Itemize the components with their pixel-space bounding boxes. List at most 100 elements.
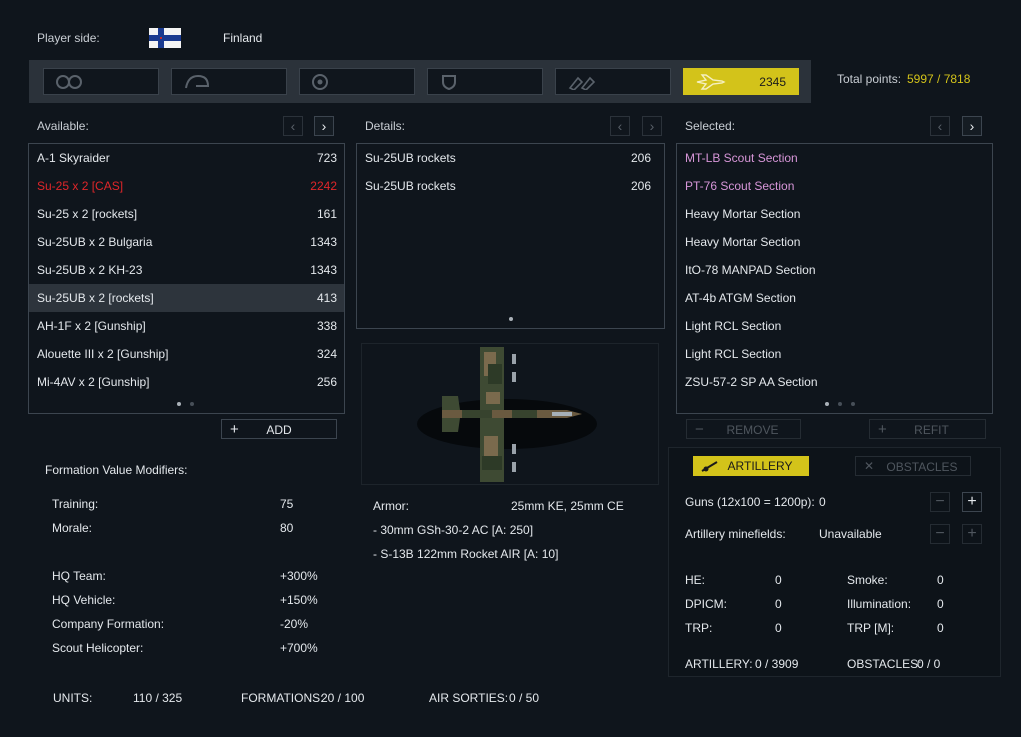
list-item[interactable]: Mi-4AV x 2 [Gunship] 256: [29, 368, 344, 396]
list-item[interactable]: AT-4b ATGM Section: [677, 284, 992, 312]
modifier-label: HQ Team:: [52, 569, 106, 583]
trp-m-label: TRP [M]:: [847, 621, 895, 635]
category-infantry-tab[interactable]: [171, 68, 287, 95]
unit-preview: [361, 343, 659, 485]
ammo-icon: [568, 76, 596, 90]
modifier-value: 80: [280, 521, 294, 535]
air-points-value: 2345: [759, 75, 786, 89]
modifier-value: +700%: [280, 641, 318, 655]
selected-next-button[interactable]: ›: [962, 116, 982, 136]
finland-flag-icon: [149, 28, 181, 48]
category-support-tab[interactable]: [299, 68, 415, 95]
modifier-label: Company Formation:: [52, 617, 165, 631]
artillery-total-label: ARTILLERY:: [685, 657, 753, 671]
air-sorties-label: AIR SORTIES:: [429, 691, 509, 705]
list-item[interactable]: MT-LB Scout Section: [677, 144, 992, 172]
modifier-label: HQ Vehicle:: [52, 593, 116, 607]
list-item[interactable]: PT-76 Scout Section: [677, 172, 992, 200]
guns-increase-button[interactable]: +: [962, 492, 982, 512]
obstacles-total-value: 0 / 0: [917, 657, 941, 671]
player-country: Finland: [223, 31, 263, 45]
artillery-total-value: 0 / 3909: [755, 657, 799, 671]
guns-label: Guns (12x100 = 1200p):: [685, 495, 815, 509]
list-item: Su-25UB rockets 206: [365, 179, 651, 193]
list-item[interactable]: ItO-78 MANPAD Section: [677, 256, 992, 284]
modifier-label: Scout Helicopter:: [52, 641, 144, 655]
add-button[interactable]: + ADD: [221, 419, 337, 439]
modifier-value: +300%: [280, 569, 318, 583]
list-item[interactable]: ZSU-57-2 SP AA Section: [677, 368, 992, 396]
modifier-label: Morale:: [52, 521, 93, 535]
category-air-tab[interactable]: 2345: [683, 68, 799, 95]
trp-value: 0: [775, 621, 782, 635]
shield-icon: [442, 75, 456, 90]
he-label: HE:: [685, 573, 706, 587]
dpicm-value: 0: [775, 597, 782, 611]
tools-icon: ✕: [864, 459, 875, 473]
page-dots: [177, 402, 194, 406]
details-prev-button[interactable]: ‹: [610, 116, 630, 136]
modifier-value: +150%: [280, 593, 318, 607]
list-item[interactable]: Heavy Mortar Section: [677, 200, 992, 228]
category-defense-tab[interactable]: [427, 68, 543, 95]
selected-label: Selected:: [685, 119, 736, 133]
total-points-label: Total points:: [837, 72, 902, 86]
illumination-value: 0: [937, 597, 944, 611]
minefields-label: Artillery minefields:: [685, 527, 786, 541]
available-prev-button[interactable]: ‹: [283, 116, 303, 136]
available-label: Available:: [37, 119, 89, 133]
formations-label: FORMATIONS:: [241, 691, 324, 705]
list-item[interactable]: AH-1F x 2 [Gunship] 338: [29, 312, 344, 340]
available-next-button[interactable]: ›: [314, 116, 334, 136]
total-points-value: 5997 / 7818: [907, 72, 971, 86]
air-sorties-value: 0 / 50: [509, 691, 540, 705]
list-item[interactable]: Light RCL Section: [677, 340, 992, 368]
su25ub-aircraft-image: [417, 347, 597, 482]
modifier-value: 75: [280, 497, 294, 511]
minus-icon: −: [695, 421, 704, 438]
list-item[interactable]: Heavy Mortar Section: [677, 228, 992, 256]
guns-value: 0: [819, 495, 826, 509]
list-item[interactable]: Light RCL Section: [677, 312, 992, 340]
armor-value: 25mm KE, 25mm CE: [511, 499, 624, 513]
minefields-increase-button[interactable]: +: [962, 524, 982, 544]
details-next-button[interactable]: ›: [642, 116, 662, 136]
illumination-label: Illumination:: [847, 597, 912, 611]
player-side-label: Player side:: [37, 31, 100, 45]
guns-decrease-button[interactable]: −: [930, 492, 950, 512]
page-dots: [509, 317, 513, 321]
refit-button[interactable]: + REFIT: [869, 419, 986, 439]
minefields-decrease-button[interactable]: −: [930, 524, 950, 544]
list-item: Su-25UB rockets 206: [365, 151, 651, 165]
remove-button[interactable]: − REMOVE: [686, 419, 801, 439]
list-item-selected[interactable]: Su-25UB x 2 [rockets] 413: [29, 284, 344, 312]
smoke-label: Smoke:: [847, 573, 888, 587]
category-bar: 2345: [29, 60, 811, 103]
trp-label: TRP:: [685, 621, 713, 635]
trp-m-value: 0: [937, 621, 944, 635]
modifiers-title: Formation Value Modifiers:: [45, 463, 188, 477]
list-item[interactable]: Alouette III x 2 [Gunship] 324: [29, 340, 344, 368]
selected-prev-button[interactable]: ‹: [930, 116, 950, 136]
smoke-value: 0: [937, 573, 944, 587]
obstacles-total-label: OBSTACLES:: [847, 657, 922, 671]
selected-list: MT-LB Scout Section PT-76 Scout Section …: [676, 143, 993, 414]
page-dots: [825, 402, 855, 406]
recon-icon: [56, 75, 82, 89]
formations-value: 20 / 100: [321, 691, 365, 705]
weapon-line: - 30mm GSh-30-2 AC [A: 250]: [373, 523, 534, 537]
artillery-tab[interactable]: ARTILLERY: [693, 456, 809, 476]
list-item[interactable]: A-1 Skyraider 723: [29, 144, 344, 172]
modifier-value: -20%: [280, 617, 309, 631]
list-item[interactable]: Su-25 x 2 [rockets] 161: [29, 200, 344, 228]
support-target-icon: [312, 74, 328, 90]
obstacles-tab[interactable]: ✕ OBSTACLES: [855, 456, 971, 476]
list-item[interactable]: Su-25 x 2 [CAS] 2242: [29, 172, 344, 200]
category-recon-tab[interactable]: [43, 68, 159, 95]
he-value: 0: [775, 573, 782, 587]
list-item[interactable]: Su-25UB x 2 KH-23 1343: [29, 256, 344, 284]
list-item[interactable]: Su-25UB x 2 Bulgaria 1343: [29, 228, 344, 256]
artillery-panel: [668, 447, 1001, 677]
category-logistics-tab[interactable]: [555, 68, 671, 95]
dpicm-label: DPICM:: [685, 597, 727, 611]
